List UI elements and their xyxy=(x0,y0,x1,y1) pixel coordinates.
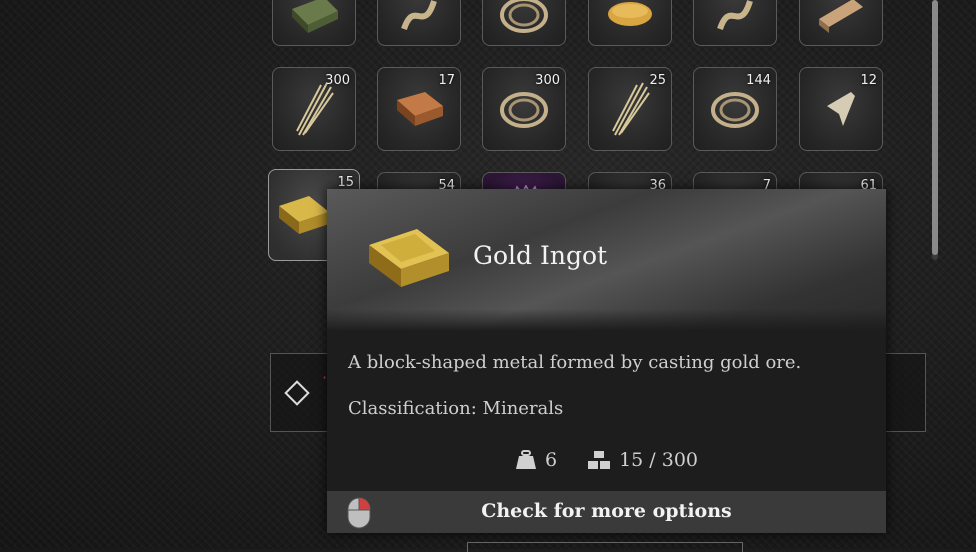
rope-icon xyxy=(717,0,753,30)
tooltip-title: Gold Ingot xyxy=(473,241,608,270)
fiber-coil-icon xyxy=(500,0,548,33)
inventory-slot[interactable]: 300 xyxy=(482,67,566,151)
fang-icon xyxy=(827,92,855,126)
rope-icon xyxy=(401,0,437,30)
item-tooltip: Gold Ingot A block-shaped metal formed b… xyxy=(327,189,886,533)
inventory-slot[interactable]: 144 xyxy=(693,67,777,151)
tooltip-description: A block-shaped metal formed by casting g… xyxy=(348,352,802,373)
wood-plank-icon xyxy=(819,0,863,33)
gold-ingot-icon xyxy=(279,196,330,234)
inventory-slot[interactable] xyxy=(272,0,356,46)
item-quantity: 300 xyxy=(535,73,560,88)
item-quantity: 25 xyxy=(649,73,666,88)
inventory-scrollbar[interactable] xyxy=(932,0,938,260)
copper-ingot-icon xyxy=(397,92,443,126)
inventory-slot[interactable]: 25 xyxy=(588,67,672,151)
tooltip-stats: 6 15 / 300 xyxy=(327,449,886,471)
bottom-panel-edge xyxy=(467,542,743,552)
item-quantity: 144 xyxy=(746,73,771,88)
weight-stat: 6 xyxy=(515,449,557,471)
weight-value: 6 xyxy=(544,449,558,471)
bread-icon xyxy=(608,1,652,26)
item-quantity: 12 xyxy=(860,73,877,88)
tooltip-classification: Classification: Minerals xyxy=(348,398,564,419)
fiber-coil-icon xyxy=(500,92,548,128)
inventory-slot[interactable] xyxy=(482,0,566,46)
inventory-slot[interactable]: 12 xyxy=(799,67,883,151)
item-quantity: 17 xyxy=(438,73,455,88)
more-options-label: Check for more options xyxy=(481,500,732,522)
straw-bundle-icon xyxy=(612,82,650,136)
tooltip-footer[interactable]: Check for more options xyxy=(327,491,886,533)
gold-ingot-icon xyxy=(369,229,449,287)
inventory-slot[interactable] xyxy=(693,0,777,46)
weight-icon xyxy=(515,450,536,469)
scrollbar-thumb[interactable] xyxy=(932,0,938,255)
inventory-slot[interactable] xyxy=(799,0,883,46)
inventory-slot[interactable]: 17 xyxy=(377,67,461,151)
straw-bundle-icon xyxy=(296,82,334,136)
inventory-slot[interactable]: 300 xyxy=(272,67,356,151)
stack-stat: 15 / 300 xyxy=(587,449,698,471)
item-quantity: 300 xyxy=(325,73,350,88)
copper-ore-icon xyxy=(292,0,338,33)
inventory-slot[interactable] xyxy=(588,0,672,46)
item-quantity: 15 xyxy=(337,175,354,190)
stack-icon xyxy=(588,451,611,469)
tooltip-header: Gold Ingot xyxy=(327,189,886,331)
stack-value: 15 / 300 xyxy=(619,449,699,471)
fiber-coil-icon xyxy=(711,92,759,128)
inventory-slot[interactable] xyxy=(377,0,461,46)
